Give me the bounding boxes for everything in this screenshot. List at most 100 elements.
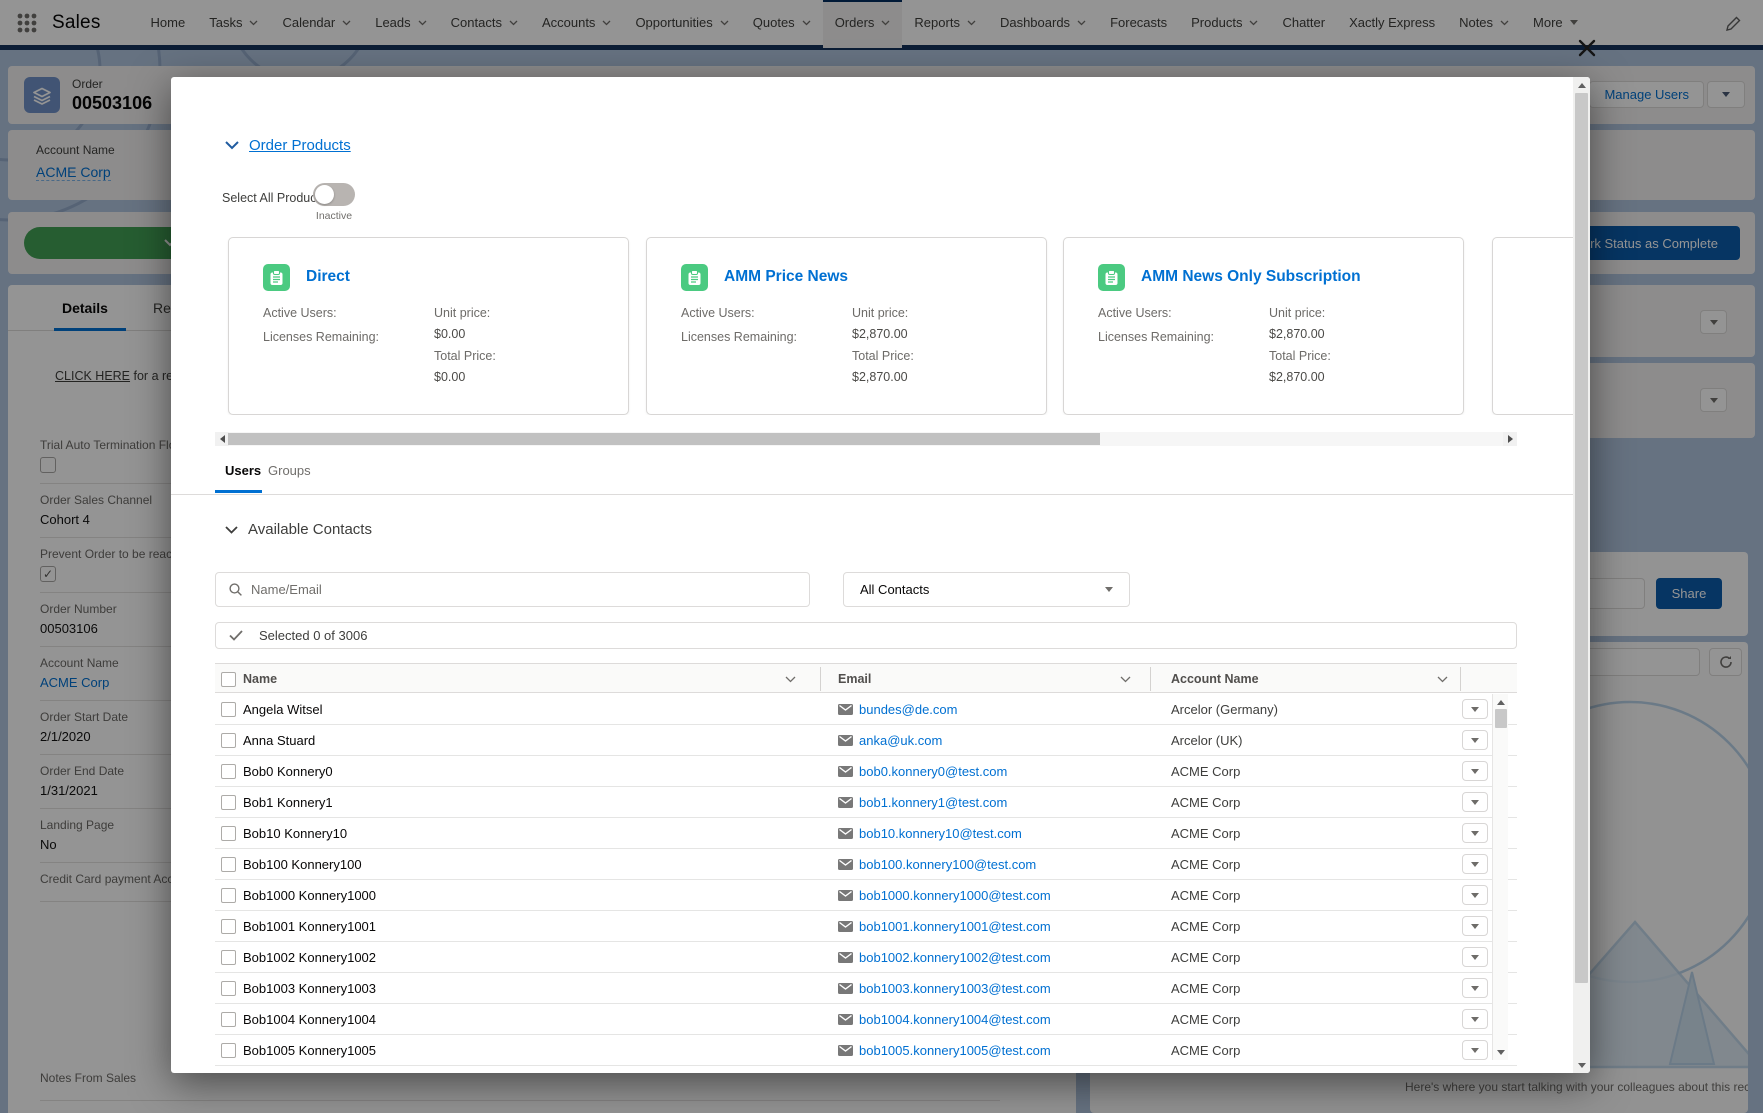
product-card[interactable]: DirectActive Users:Licenses Remaining:Un… [228, 237, 629, 415]
selected-summary-bar: Selected 0 of 3006 [215, 622, 1517, 649]
contact-email-link[interactable]: bob1001.konnery1001@test.com [859, 919, 1051, 934]
chevron-down-icon[interactable] [225, 526, 238, 534]
row-checkbox[interactable] [221, 795, 236, 810]
contact-email-link[interactable]: bob1000.konnery1000@test.com [859, 888, 1051, 903]
product-title-link[interactable]: Direct [306, 268, 350, 286]
contact-account: ACME Corp [1171, 1012, 1240, 1027]
product-card[interactable]: AMM Price NewsActive Users:Licenses Rema… [646, 237, 1047, 415]
row-checkbox[interactable] [221, 1012, 236, 1027]
close-icon[interactable] [1572, 34, 1602, 64]
contact-name: Bob10 Konnery10 [243, 826, 347, 841]
row-checkbox[interactable] [221, 950, 236, 965]
row-actions-button[interactable] [1462, 823, 1488, 843]
contact-email-link[interactable]: bob1004.konnery1004@test.com [859, 1012, 1051, 1027]
contact-email-link[interactable]: bob1002.konnery1002@test.com [859, 950, 1051, 965]
select-all-toggle[interactable] [313, 183, 355, 206]
row-checkbox[interactable] [221, 919, 236, 934]
tab-groups[interactable]: Groups [268, 463, 311, 478]
scrollbar-thumb[interactable] [1575, 93, 1588, 983]
email-icon [838, 735, 853, 746]
row-checkbox[interactable] [221, 733, 236, 748]
row-actions-button[interactable] [1462, 699, 1488, 719]
row-actions-button[interactable] [1462, 978, 1488, 998]
contact-email-link[interactable]: bundes@de.com [859, 702, 957, 717]
email-icon [838, 952, 853, 963]
select-all-checkbox[interactable] [221, 672, 236, 687]
selected-summary-text: Selected 0 of 3006 [259, 628, 367, 643]
scroll-down-icon[interactable] [1573, 1058, 1590, 1072]
chevron-down-icon[interactable] [1120, 676, 1131, 683]
row-checkbox[interactable] [221, 981, 236, 996]
chevron-down-icon [1471, 831, 1479, 836]
scrollbar-thumb[interactable] [228, 433, 1100, 445]
row-actions-button[interactable] [1462, 885, 1488, 905]
chevron-down-icon [1471, 1048, 1479, 1053]
search-placeholder: Name/Email [251, 582, 322, 597]
row-actions-button[interactable] [1462, 730, 1488, 750]
product-card-partial[interactable] [1492, 237, 1573, 415]
unit-price-label: Unit price: [1269, 306, 1325, 320]
table-row: Bob1001 Konnery1001bob1001.konnery1001@t… [215, 911, 1517, 942]
scrollbar-thumb[interactable] [1495, 709, 1507, 728]
contact-account: ACME Corp [1171, 950, 1240, 965]
contact-name: Bob1004 Konnery1004 [243, 1012, 376, 1027]
chevron-down-icon[interactable] [225, 141, 239, 150]
modal-scrollbar[interactable] [1573, 77, 1590, 1073]
product-title-link[interactable]: AMM Price News [724, 268, 848, 286]
product-title-link[interactable]: AMM News Only Subscription [1141, 268, 1361, 286]
products-horizontal-scrollbar[interactable] [215, 432, 1517, 446]
row-checkbox[interactable] [221, 702, 236, 717]
scroll-up-icon[interactable] [1493, 695, 1508, 709]
tab-users[interactable]: Users [225, 463, 261, 478]
row-checkbox[interactable] [221, 826, 236, 841]
contact-name: Bob1000 Konnery1000 [243, 888, 376, 903]
scroll-down-icon[interactable] [1493, 1045, 1508, 1059]
manage-order-users-modal: Order Products Select All Products Inact… [171, 77, 1590, 1073]
email-icon [838, 1014, 853, 1025]
row-actions-button[interactable] [1462, 854, 1488, 874]
scroll-up-icon[interactable] [1573, 78, 1590, 92]
product-icon [681, 264, 708, 291]
chevron-down-icon[interactable] [785, 676, 796, 683]
row-checkbox[interactable] [221, 888, 236, 903]
product-card[interactable]: AMM News Only SubscriptionActive Users:L… [1063, 237, 1464, 415]
contact-scope-select[interactable]: All Contacts [843, 572, 1130, 607]
contact-search-input[interactable]: Name/Email [215, 572, 810, 607]
contact-email-link[interactable]: bob100.konnery100@test.com [859, 857, 1036, 872]
row-actions-button[interactable] [1462, 792, 1488, 812]
row-actions-button[interactable] [1462, 916, 1488, 936]
contact-email-link[interactable]: bob1.konnery1@test.com [859, 795, 1007, 810]
contact-email-link[interactable]: bob1003.konnery1003@test.com [859, 981, 1051, 996]
contact-email-link[interactable]: bob10.konnery10@test.com [859, 826, 1022, 841]
tab-active-underline [215, 490, 262, 493]
row-checkbox[interactable] [221, 857, 236, 872]
contact-account: ACME Corp [1171, 888, 1240, 903]
contact-account: ACME Corp [1171, 1043, 1240, 1058]
column-header-account[interactable]: Account Name [1171, 664, 1259, 694]
row-actions-button[interactable] [1462, 1009, 1488, 1029]
row-actions-button[interactable] [1462, 761, 1488, 781]
order-products-section-link[interactable]: Order Products [249, 137, 351, 154]
row-actions-button[interactable] [1462, 947, 1488, 967]
column-header-email[interactable]: Email [838, 664, 871, 694]
row-actions-button[interactable] [1462, 1040, 1488, 1060]
contact-email-link[interactable]: bob0.konnery0@test.com [859, 764, 1007, 779]
column-header-name[interactable]: Name [243, 664, 277, 694]
chevron-down-icon [1471, 707, 1479, 712]
contact-name: Bob0 Konnery0 [243, 764, 333, 779]
table-row: Bob1005 Konnery1005bob1005.konnery1005@t… [215, 1035, 1517, 1066]
table-row: Bob1004 Konnery1004 bob1004.konnery1004@t… [215, 1004, 1517, 1035]
unit-price-value: $2,870.00 [852, 327, 908, 341]
contact-email-link[interactable]: anka@uk.com [859, 733, 942, 748]
scroll-left-icon[interactable] [215, 432, 229, 446]
table-row: Bob1000 Konnery1000 bob1000.konnery1000@t… [215, 880, 1517, 911]
chevron-down-icon[interactable] [1437, 676, 1448, 683]
scroll-right-icon[interactable] [1503, 432, 1517, 446]
table-scrollbar[interactable] [1492, 694, 1508, 1060]
row-checkbox[interactable] [221, 1043, 236, 1058]
contact-email-link[interactable]: bob1005.konnery1005@test.com [859, 1043, 1051, 1058]
row-checkbox[interactable] [221, 764, 236, 779]
chevron-down-icon [1471, 924, 1479, 929]
product-icon [263, 264, 290, 291]
contact-account: ACME Corp [1171, 981, 1240, 996]
